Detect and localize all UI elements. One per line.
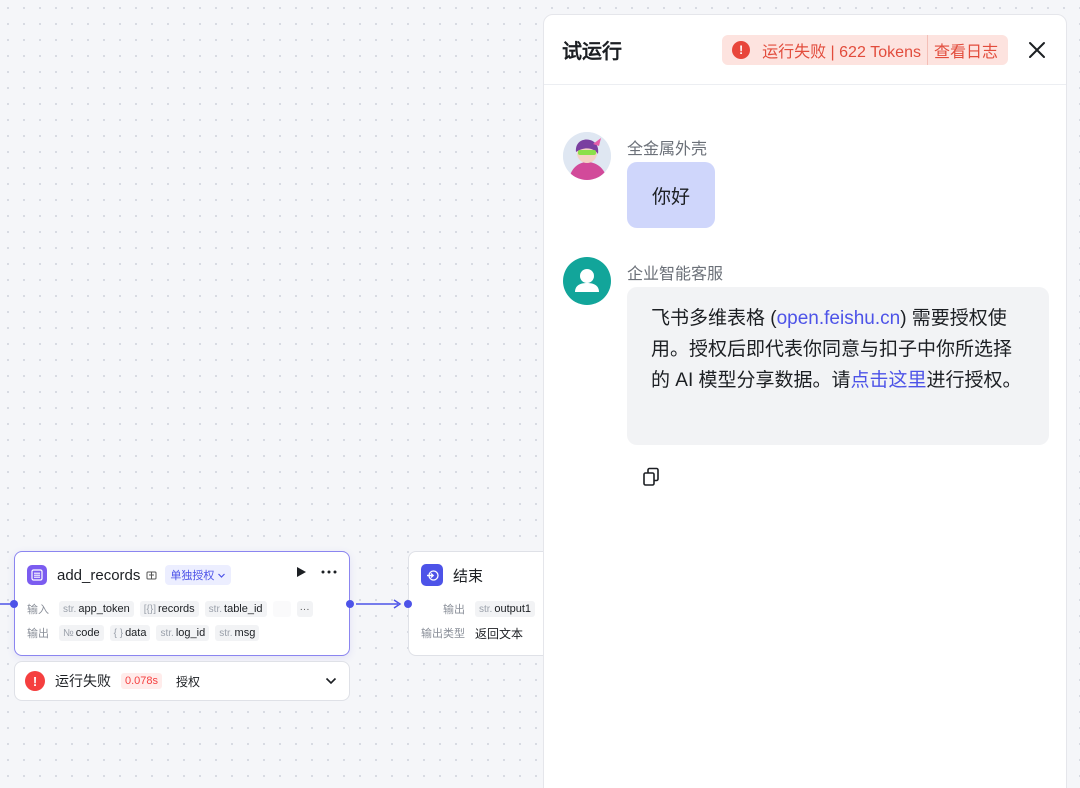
copy-icon xyxy=(643,467,659,486)
auth-label: 授权 xyxy=(176,674,201,689)
run-node-icon[interactable] xyxy=(296,566,307,578)
bot-text: 进行授权。 xyxy=(926,370,1022,391)
input-port[interactable] xyxy=(404,600,412,608)
add-records-node[interactable]: add_records 单独授权 输入 str. app_token [{}] re… xyxy=(10,551,354,656)
run-status-summary: 运行失败 | 622 Tokens xyxy=(762,43,921,61)
output-param: str. log_id xyxy=(156,625,210,641)
auth-mode-dropdown[interactable]: 单独授权 xyxy=(165,565,232,585)
user-bubble: 你好 xyxy=(627,162,715,228)
end-output-row: 输出 str. output1 xyxy=(443,600,536,618)
bot-bubble: 飞书多维表格 (open.feishu.cn) 需要授权使用。授权后即代表你同意… xyxy=(627,287,1049,445)
auth-mode-label: 单独授权 xyxy=(170,570,215,582)
run-result-badge: ! 运行失败 | 622 Tokens 查看日志 xyxy=(722,34,1008,65)
chevron-down-icon[interactable] xyxy=(325,677,337,685)
bot-text: 飞书多维表格 ( xyxy=(651,308,777,329)
input-param: str. table_id xyxy=(204,601,267,617)
plugin-icon xyxy=(146,570,157,581)
view-log-button[interactable]: 查看日志 xyxy=(934,38,998,62)
output-type-label: 输出类型 xyxy=(421,628,465,640)
chevron-down-icon xyxy=(218,573,226,578)
feishu-link[interactable]: open.feishu.cn xyxy=(777,308,901,329)
user-name: 全金属外壳 xyxy=(627,141,708,158)
node-header: 结束 xyxy=(421,564,483,586)
output-param: № code xyxy=(59,625,104,641)
input-param: [{}] records xyxy=(139,601,199,617)
input-port[interactable] xyxy=(10,600,18,608)
input-param: str. app_token xyxy=(59,601,134,617)
output-param: { } data xyxy=(109,625,151,641)
user-icon xyxy=(575,269,599,292)
error-icon: ! xyxy=(25,671,45,691)
panel-header: 试运行 ! 运行失败 | 622 Tokens 查看日志 xyxy=(544,15,1066,85)
output-param: str. output1 xyxy=(475,601,536,617)
node-run-status[interactable]: ! 运行失败 0.078s 授权 xyxy=(14,661,350,701)
node-title: 结束 xyxy=(453,567,484,585)
node-title: add_records xyxy=(57,566,141,584)
run-status-text: 运行失败 xyxy=(55,673,111,689)
table-icon xyxy=(27,565,47,585)
close-button[interactable] xyxy=(1026,39,1048,61)
output-label: 输出 xyxy=(27,628,49,640)
badge-divider xyxy=(926,34,928,65)
more-icon[interactable] xyxy=(321,570,337,574)
node-header: add_records 单独授权 xyxy=(27,564,232,586)
more-params-button[interactable]: ··· xyxy=(296,601,313,617)
output-param: str. msg xyxy=(215,625,260,641)
user-avatar xyxy=(563,132,611,180)
output-type-value: 返回文本 xyxy=(475,626,524,641)
end-node[interactable]: 结束 输出 str. output1 输出类型 返回文本 xyxy=(404,551,558,656)
input-param-faded xyxy=(272,601,291,617)
exit-icon xyxy=(421,564,443,586)
run-duration-badge: 0.078s xyxy=(121,673,163,689)
copy-button[interactable] xyxy=(642,467,660,487)
bot-avatar xyxy=(563,257,611,305)
output-row: 输出 № code { } data str. log_id str. msg xyxy=(27,624,260,642)
error-icon: ! xyxy=(732,40,751,59)
input-label: 输入 xyxy=(27,604,49,616)
panel-title: 试运行 xyxy=(562,41,622,63)
authorize-link[interactable]: 点击这里 xyxy=(851,370,927,391)
bot-name: 企业智能客服 xyxy=(627,266,724,283)
connection-edge xyxy=(356,599,402,609)
close-icon xyxy=(1029,41,1045,58)
input-row: 输入 str. app_token [{}] records str. table_i… xyxy=(27,600,313,618)
test-run-panel: 试运行 ! 运行失败 | 622 Tokens 查看日志 全金属外壳 你好 企业… xyxy=(543,14,1067,788)
end-type-row: 输出类型 返回文本 xyxy=(421,624,523,642)
output-label: 输出 xyxy=(443,604,465,616)
